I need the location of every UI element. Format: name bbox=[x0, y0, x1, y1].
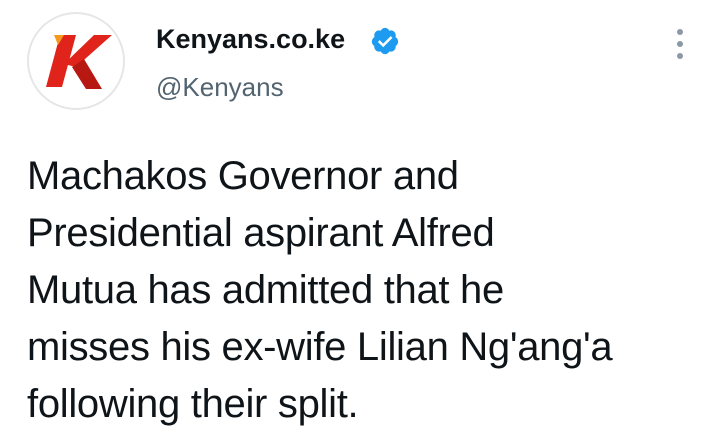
tweet-text: Machakos Governor and Presidential aspir… bbox=[27, 154, 613, 426]
user-handle[interactable]: @Kenyans bbox=[156, 71, 284, 103]
kenyans-logo-icon bbox=[24, 9, 128, 113]
display-name[interactable]: Kenyans.co.ke bbox=[156, 23, 345, 55]
more-options-button[interactable] bbox=[668, 25, 692, 63]
verified-badge-icon bbox=[371, 27, 399, 55]
more-options-vertical-icon bbox=[677, 29, 683, 35]
avatar[interactable] bbox=[24, 9, 128, 113]
tweet-card: Kenyans.co.ke @Kenyans Machakos Governor… bbox=[0, 0, 720, 438]
